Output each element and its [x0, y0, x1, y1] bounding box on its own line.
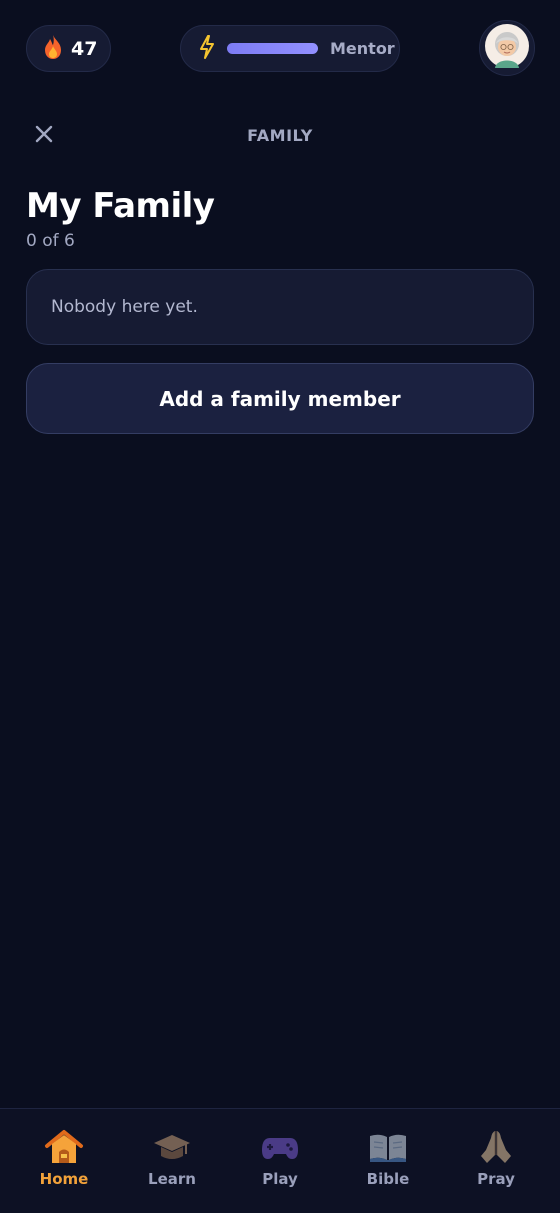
flame-icon: [43, 34, 63, 64]
bottom-navigation: Home Learn Play Bible Pray: [0, 1108, 560, 1213]
nav-item-play[interactable]: Play: [230, 1127, 330, 1213]
add-family-member-button[interactable]: Add a family member: [26, 363, 534, 434]
xp-progress-bar: [227, 43, 318, 54]
profile-avatar-button[interactable]: [479, 20, 535, 76]
nav-item-learn[interactable]: Learn: [122, 1127, 222, 1213]
open-book-icon: [366, 1127, 410, 1167]
add-family-member-label: Add a family member: [159, 386, 401, 411]
nav-label-pray: Pray: [477, 1170, 515, 1188]
nav-item-pray[interactable]: Pray: [446, 1127, 546, 1213]
empty-state-card: Nobody here yet.: [26, 269, 534, 345]
xp-progress-badge[interactable]: Mentor: [180, 25, 400, 72]
nav-label-home: Home: [39, 1170, 89, 1188]
family-screen: 47 Mentor FAMILY My Family 0 of 6 Nobody…: [0, 0, 560, 1213]
streak-count: 47: [71, 37, 98, 60]
screen-title: FAMILY: [247, 126, 313, 145]
praying-hands-icon: [474, 1127, 518, 1167]
avatar: [485, 24, 529, 72]
lightning-icon: [199, 34, 215, 63]
empty-state-message: Nobody here yet.: [51, 297, 198, 317]
nav-item-bible[interactable]: Bible: [338, 1127, 438, 1213]
page-title: My Family: [26, 186, 215, 226]
xp-rank-label: Mentor: [330, 39, 395, 58]
streak-badge[interactable]: 47: [26, 25, 111, 72]
gamepad-icon: [258, 1127, 302, 1167]
member-count: 0 of 6: [26, 231, 75, 251]
nav-label-learn: Learn: [148, 1170, 196, 1188]
graduation-cap-icon: [150, 1127, 194, 1167]
nav-label-bible: Bible: [366, 1170, 410, 1188]
home-icon: [42, 1127, 86, 1167]
nav-item-home[interactable]: Home: [14, 1127, 114, 1213]
nav-label-play: Play: [262, 1170, 298, 1188]
